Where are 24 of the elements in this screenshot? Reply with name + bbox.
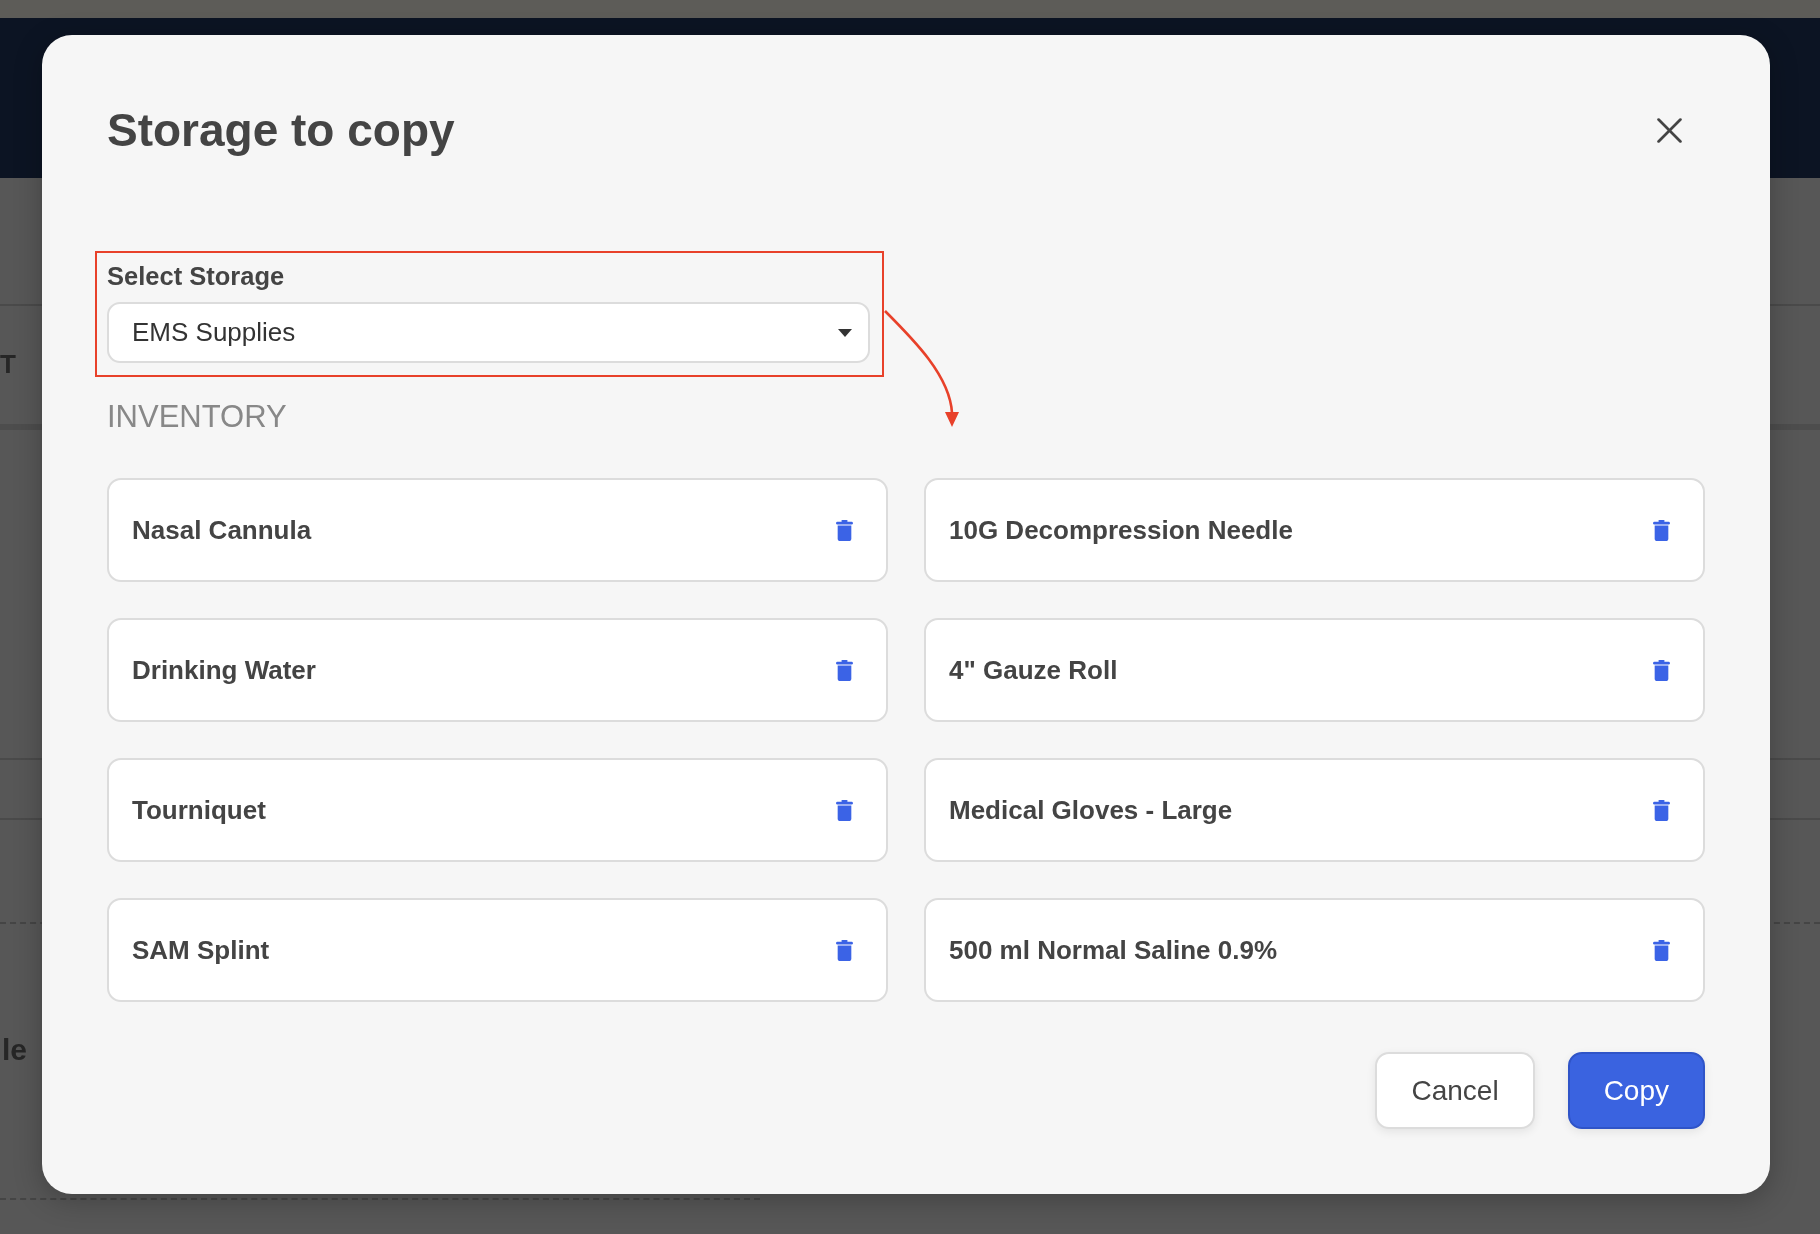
storage-select[interactable]: EMS Supplies: [107, 302, 870, 363]
field-label: Select Storage: [107, 261, 285, 291]
item-name: Drinking Water: [132, 654, 316, 686]
trash-icon[interactable]: [836, 939, 853, 961]
trash-icon[interactable]: [1653, 519, 1670, 541]
trash-icon[interactable]: [836, 799, 853, 821]
item-name: SAM Splint: [132, 934, 270, 966]
item-name: 500 ml Normal Saline 0.9%: [949, 934, 1278, 966]
item-name: 10G Decompression Needle: [949, 514, 1293, 546]
trash-icon[interactable]: [1653, 799, 1670, 821]
dialog-title: Storage to copy: [107, 103, 455, 157]
trash-icon[interactable]: [1653, 659, 1670, 681]
trash-icon[interactable]: [836, 659, 853, 681]
item-name: Nasal Cannula: [132, 514, 312, 546]
trash-icon[interactable]: [836, 519, 853, 541]
caret-icon: [838, 328, 852, 337]
copy-button[interactable]: Copy: [1567, 1052, 1705, 1129]
cancel-button[interactable]: Cancel: [1375, 1052, 1535, 1129]
trash-icon[interactable]: [1653, 939, 1670, 961]
close-icon[interactable]: [1657, 117, 1682, 143]
item-name: 4" Gauze Roll: [949, 654, 1118, 686]
item-name: Medical Gloves - Large: [949, 794, 1233, 826]
section-heading: INVENTORY: [107, 399, 287, 435]
item-name: Tourniquet: [132, 794, 266, 826]
